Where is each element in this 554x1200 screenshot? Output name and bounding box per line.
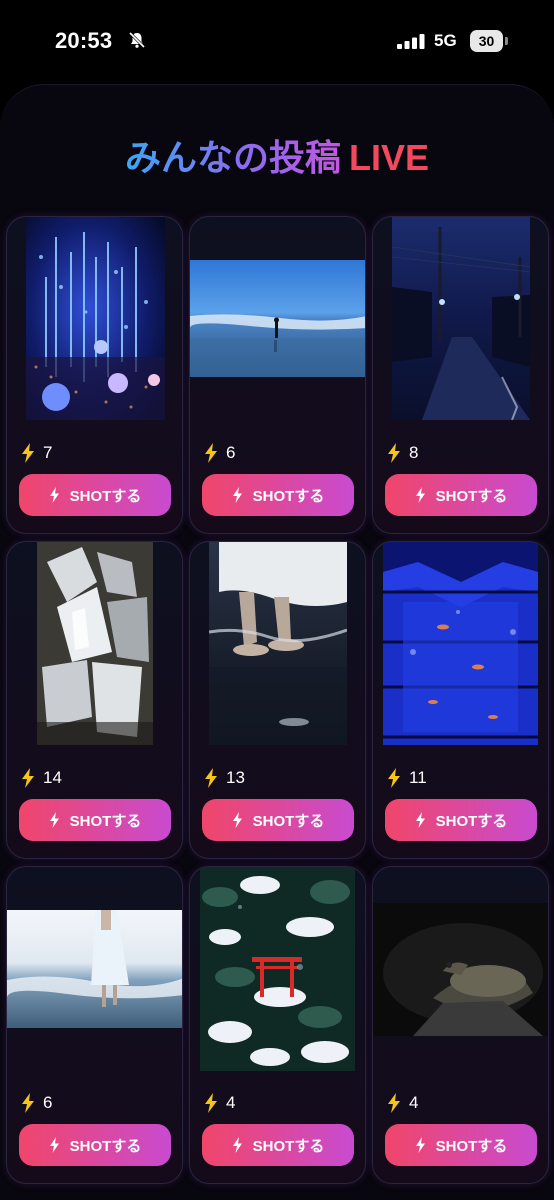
shot-count-value: 4 bbox=[409, 1093, 419, 1112]
post-image[interactable] bbox=[209, 542, 347, 745]
shot-count: 14 bbox=[21, 767, 62, 789]
shot-button[interactable]: SHOTする bbox=[202, 1124, 354, 1166]
shot-count: 6 bbox=[204, 442, 235, 464]
post-card[interactable]: 6 SHOTする bbox=[189, 216, 366, 534]
bolt-icon bbox=[22, 768, 34, 788]
bolt-icon bbox=[415, 1137, 425, 1153]
shot-button-label: SHOTする bbox=[252, 1137, 325, 1155]
shot-button-label: SHOTする bbox=[252, 487, 325, 505]
bolt-icon bbox=[415, 812, 425, 828]
bolt-icon bbox=[49, 487, 59, 503]
post-card[interactable]: 6 SHOTする bbox=[6, 866, 183, 1184]
post-image[interactable] bbox=[200, 867, 355, 1071]
bolt-icon bbox=[22, 1093, 34, 1113]
post-image[interactable] bbox=[373, 903, 548, 1036]
bolt-icon bbox=[22, 443, 34, 463]
shot-button[interactable]: SHOTする bbox=[19, 799, 171, 841]
status-bar: 20:53 5G 30 bbox=[0, 0, 554, 84]
bolt-icon bbox=[415, 487, 425, 503]
live-label: LIVE bbox=[349, 137, 430, 178]
shot-button-label: SHOTする bbox=[69, 812, 142, 830]
shot-button-label: SHOTする bbox=[69, 487, 142, 505]
post-image[interactable] bbox=[383, 542, 538, 745]
shot-count: 6 bbox=[21, 1092, 52, 1114]
shot-count-value: 4 bbox=[226, 1093, 236, 1112]
signal-icon bbox=[397, 34, 425, 49]
post-card[interactable]: 4 SHOTする bbox=[372, 866, 549, 1184]
post-card[interactable]: 11 SHOTする bbox=[372, 541, 549, 859]
shot-count: 11 bbox=[387, 767, 427, 789]
network-label: 5G bbox=[434, 31, 457, 50]
shot-button-label: SHOTする bbox=[435, 812, 508, 830]
bolt-icon bbox=[388, 443, 400, 463]
shot-count-value: 6 bbox=[226, 443, 236, 462]
post-image[interactable] bbox=[37, 542, 153, 745]
shot-button-label: SHOTする bbox=[69, 1137, 142, 1155]
shot-count-value: 11 bbox=[409, 768, 427, 787]
post-card[interactable]: 8 SHOTする bbox=[372, 216, 549, 534]
shot-button[interactable]: SHOTする bbox=[202, 474, 354, 516]
bolt-icon bbox=[205, 768, 217, 788]
shot-button-label: SHOTする bbox=[252, 812, 325, 830]
bolt-icon bbox=[388, 1093, 400, 1113]
shot-count: 4 bbox=[387, 1092, 418, 1114]
shot-button[interactable]: SHOTする bbox=[385, 799, 537, 841]
post-image[interactable] bbox=[392, 217, 530, 420]
shot-button-label: SHOTする bbox=[435, 487, 508, 505]
bolt-icon bbox=[232, 487, 242, 503]
bolt-icon bbox=[205, 443, 217, 463]
shot-button[interactable]: SHOTする bbox=[202, 799, 354, 841]
post-card[interactable]: 13 SHOTする bbox=[189, 541, 366, 859]
post-card[interactable]: 7 SHOTする bbox=[6, 216, 183, 534]
bell-off-icon bbox=[128, 31, 146, 49]
shot-button[interactable]: SHOTする bbox=[19, 1124, 171, 1166]
shot-button[interactable]: SHOTする bbox=[385, 1124, 537, 1166]
bolt-icon bbox=[49, 812, 59, 828]
shot-count-value: 8 bbox=[409, 443, 419, 462]
shot-button[interactable]: SHOTする bbox=[385, 474, 537, 516]
shot-count-value: 7 bbox=[43, 443, 53, 462]
shot-count-value: 14 bbox=[43, 768, 62, 787]
bolt-icon bbox=[232, 812, 242, 828]
bolt-icon bbox=[49, 1137, 59, 1153]
post-image[interactable] bbox=[190, 260, 365, 377]
shot-count: 8 bbox=[387, 442, 418, 464]
shot-count-value: 6 bbox=[43, 1093, 53, 1112]
post-image[interactable] bbox=[26, 217, 165, 420]
page-title: みんなの投稿 LIVE bbox=[0, 134, 554, 182]
post-card[interactable]: 4 SHOTする bbox=[189, 866, 366, 1184]
shot-count-value: 13 bbox=[226, 768, 245, 787]
shot-count: 13 bbox=[204, 767, 245, 789]
post-card[interactable]: 14 SHOTする bbox=[6, 541, 183, 859]
shot-count: 7 bbox=[21, 442, 52, 464]
shot-button-label: SHOTする bbox=[435, 1137, 508, 1155]
bolt-icon bbox=[205, 1093, 217, 1113]
bolt-icon bbox=[232, 1137, 242, 1153]
battery-icon: 30 bbox=[470, 30, 508, 52]
page-title-main: みんなの投稿 bbox=[124, 137, 341, 178]
battery-level: 30 bbox=[470, 30, 503, 52]
bolt-icon bbox=[388, 768, 400, 788]
shot-button[interactable]: SHOTする bbox=[19, 474, 171, 516]
status-time: 20:53 bbox=[55, 28, 113, 53]
post-image[interactable] bbox=[7, 910, 182, 1028]
shot-count: 4 bbox=[204, 1092, 235, 1114]
